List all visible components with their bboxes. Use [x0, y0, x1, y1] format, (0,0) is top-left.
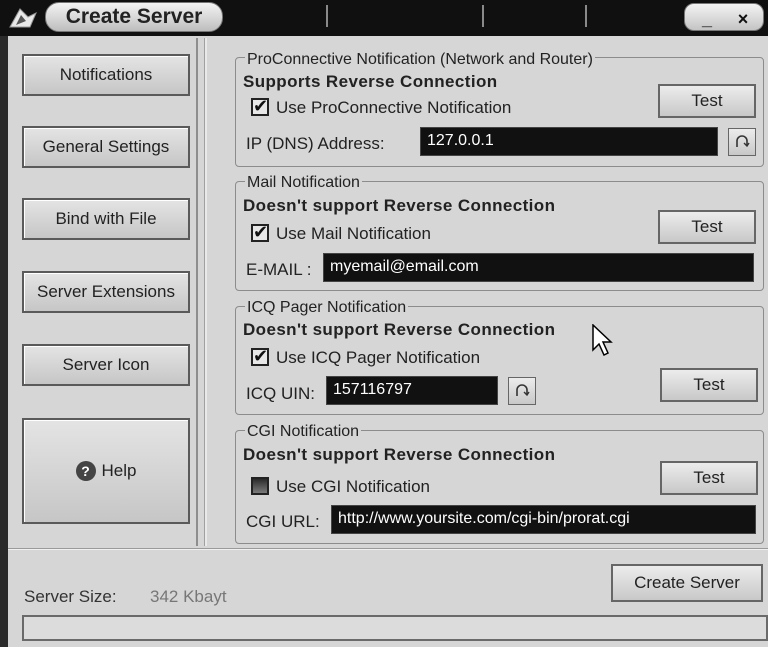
email-label: E-MAIL :: [246, 260, 312, 279]
minimize-button[interactable]: _: [689, 4, 725, 32]
window-border: [0, 36, 8, 647]
proconnective-legend: ProConnective Notification (Network and …: [245, 51, 595, 69]
server-size-value: 342 Kbayt: [150, 587, 227, 606]
proconnective-test-button[interactable]: Test: [658, 84, 756, 118]
proconnective-checkbox[interactable]: [251, 96, 269, 117]
cgi-test-button[interactable]: Test: [660, 461, 758, 495]
sidebar-item-server-icon[interactable]: Server Icon: [22, 344, 190, 386]
cgi-checkbox[interactable]: [251, 477, 269, 495]
icq-uin-input[interactable]: 157116797: [326, 376, 498, 405]
sidebar-item-server-extensions[interactable]: Server Extensions: [22, 271, 190, 313]
app-logo-icon: [6, 5, 40, 31]
help-label: Help: [101, 461, 137, 480]
cgi-legend: CGI Notification: [245, 423, 362, 441]
proconnective-support-text: Supports Reverse Connection: [243, 72, 498, 91]
refresh-icon: [736, 135, 750, 148]
cgi-support-text: Doesn't support Reverse Connection: [243, 445, 556, 464]
email-input[interactable]: myemail@email.com: [323, 253, 754, 282]
icq-test-button[interactable]: Test: [660, 368, 758, 402]
title-separator: [482, 5, 484, 27]
mail-legend: Mail Notification: [245, 174, 362, 192]
mail-support-text: Doesn't support Reverse Connection: [243, 196, 556, 215]
sidebar-item-bind-with-file[interactable]: Bind with File: [22, 198, 190, 240]
mail-test-button[interactable]: Test: [658, 210, 756, 244]
server-size-label: Server Size:: [24, 587, 117, 606]
icq-refresh-button[interactable]: [508, 377, 536, 405]
icq-support-text: Doesn't support Reverse Connection: [243, 320, 556, 339]
create-server-button[interactable]: Create Server: [611, 564, 763, 602]
mail-checkbox-label: Use Mail Notification: [276, 224, 431, 243]
help-button[interactable]: ? Help: [22, 418, 190, 524]
window-controls: _ ×: [684, 3, 764, 31]
window-title: Create Server: [45, 2, 223, 32]
refresh-icon: [516, 384, 530, 397]
proconnective-checkbox-label: Use ProConnective Notification: [276, 98, 512, 117]
cgi-url-label: CGI URL:: [246, 512, 320, 531]
ip-refresh-button[interactable]: [728, 128, 756, 156]
icq-uin-label: ICQ UIN:: [246, 384, 315, 403]
panel-divider[interactable]: [204, 38, 207, 546]
sidebar-item-notifications[interactable]: Notifications: [22, 54, 190, 96]
mail-checkbox[interactable]: [251, 222, 269, 243]
icq-checkbox[interactable]: [251, 346, 269, 367]
progress-bar: [22, 615, 768, 641]
help-icon: ?: [75, 461, 96, 481]
cgi-url-input[interactable]: http://www.yoursite.com/cgi-bin/prorat.c…: [331, 505, 756, 534]
mouse-cursor-icon: [592, 323, 616, 358]
title-separator: [326, 5, 328, 27]
icq-checkbox-label: Use ICQ Pager Notification: [276, 348, 481, 367]
bottom-separator: [8, 548, 768, 550]
title-separator: [585, 5, 587, 27]
sidebar-item-general-settings[interactable]: General Settings: [22, 126, 190, 168]
cgi-checkbox-label: Use CGI Notification: [276, 477, 430, 496]
close-button[interactable]: ×: [725, 4, 761, 32]
ip-address-input[interactable]: 127.0.0.1: [420, 127, 718, 156]
icq-legend: ICQ Pager Notification: [245, 299, 409, 317]
ip-address-label: IP (DNS) Address:: [246, 134, 385, 153]
